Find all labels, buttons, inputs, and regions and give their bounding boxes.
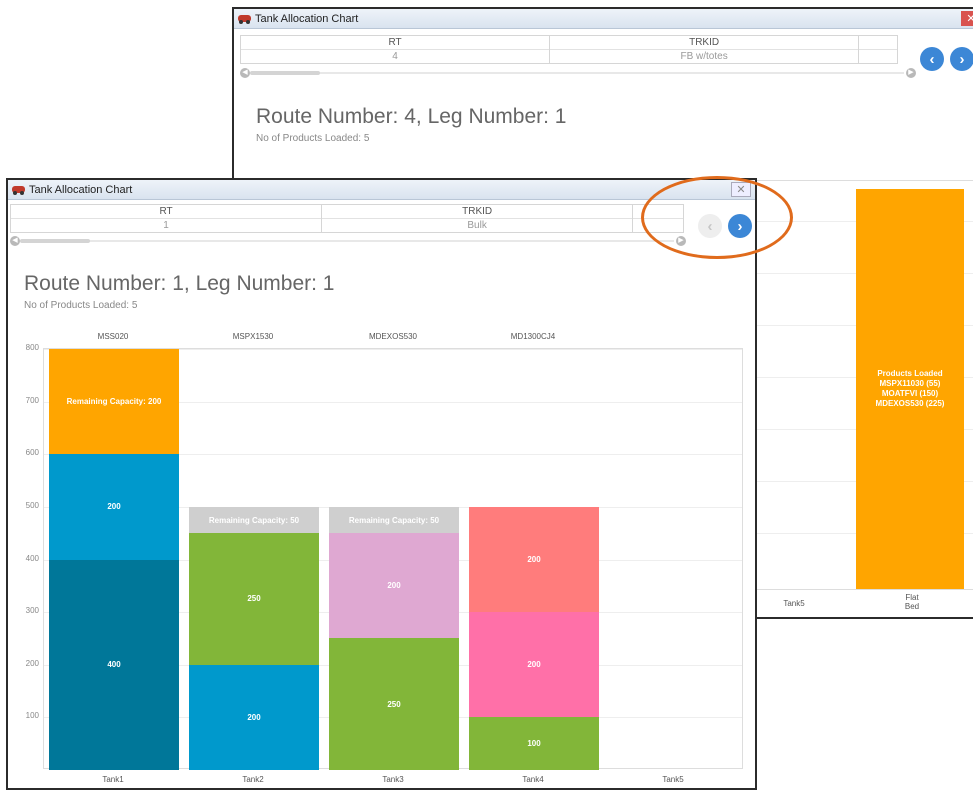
front-route-title: Route Number: 1, Leg Number: 1 <box>24 272 335 295</box>
grid-header-trkid: TRKID <box>550 36 859 50</box>
front-horizontal-scrollbar[interactable]: ◀ ▶ <box>10 236 686 246</box>
back-window-title: Tank Allocation Chart <box>255 12 359 25</box>
grid-cell-trkid: FB w/totes <box>680 51 728 62</box>
scroll-right-icon[interactable]: ▶ <box>906 68 916 78</box>
truck-icon <box>12 184 25 195</box>
bar-segment: 200 <box>329 533 459 639</box>
back-x-label-flatbed: Flat Bed <box>904 593 920 611</box>
grid-cell-rt: 1 <box>163 220 169 231</box>
bar-segment: 250 <box>329 638 459 770</box>
back-products-loaded: No of Products Loaded: 5 <box>256 133 370 144</box>
grid-cell-rt: 4 <box>392 51 398 62</box>
highlight-circle <box>641 176 793 259</box>
back-route-title: Route Number: 4, Leg Number: 1 <box>256 105 567 128</box>
y-tick-label: 600 <box>25 448 39 458</box>
y-tick-label: 100 <box>25 711 39 721</box>
bar-segment: 250 <box>189 533 319 665</box>
front-route-grid: RT 1 TRKID Bulk <box>10 204 684 233</box>
y-tick-label: 700 <box>25 395 39 405</box>
x-tick-label: Tank3 <box>382 775 404 784</box>
x-tick-label: Tank2 <box>242 775 264 784</box>
y-tick-label: 300 <box>25 606 39 616</box>
tank-allocation-chart: 400 200 Remaining Capacity: 200 200 250 Remai… <box>8 330 755 785</box>
grid-header-trkid: TRKID <box>322 205 633 219</box>
bar-segment: Remaining Capacity: 50 <box>329 506 459 534</box>
bar-segment: 100 <box>469 717 599 770</box>
back-previous-button[interactable]: ‹ <box>920 47 944 71</box>
grid-cell-trkid: Bulk <box>467 220 487 231</box>
x-tick-label: Tank5 <box>662 775 684 784</box>
bar-segment: 200 <box>189 664 319 770</box>
y-tick-label: 400 <box>25 553 39 563</box>
grid-header-rt: RT <box>11 205 322 219</box>
scroll-left-icon[interactable]: ◀ <box>240 68 250 78</box>
bar-top-label: MSS020 <box>97 332 129 341</box>
grid-col-extra <box>859 36 898 63</box>
grid-col-trkid: TRKID FB w/totes <box>550 36 860 63</box>
bar-top-label: MDEXOS530 <box>368 332 418 341</box>
scroll-thumb[interactable] <box>20 239 90 243</box>
scroll-left-icon[interactable]: ◀ <box>10 236 20 246</box>
bar-segment: 200 <box>469 612 599 718</box>
back-next-button[interactable]: › <box>950 47 973 71</box>
bar-segment: 200 <box>49 454 179 560</box>
x-tick-label: Tank4 <box>522 775 544 784</box>
grid-col-trkid: TRKID Bulk <box>322 205 634 232</box>
bar-top-label: MSPX1530 <box>232 332 274 341</box>
front-titlebar: Tank Allocation Chart ✕ <box>8 180 755 200</box>
front-products-loaded: No of Products Loaded: 5 <box>24 300 138 311</box>
y-tick-label: 800 <box>25 343 39 352</box>
y-tick-label: 500 <box>25 500 39 510</box>
bar-top-label: MD1300CJ4 <box>510 332 556 341</box>
back-chart: Products Loaded MSPX11030 (55) MOATFVI (… <box>754 180 973 590</box>
flatbed-bar: Products Loaded MSPX11030 (55) MOATFVI (… <box>856 189 964 589</box>
grid-col-rt: RT 1 <box>11 205 323 232</box>
bar-segment: Remaining Capacity: 50 <box>189 506 319 534</box>
back-horizontal-scrollbar[interactable]: ◀ ▶ <box>240 68 916 78</box>
grid-header-rt: RT <box>241 36 550 50</box>
chart-plot-area: 400 200 Remaining Capacity: 200 200 250 Remai… <box>43 348 743 770</box>
scroll-thumb[interactable] <box>250 71 320 75</box>
grid-col-rt: RT 4 <box>241 36 551 63</box>
back-titlebar: Tank Allocation Chart ✕ <box>234 9 973 29</box>
front-window: Tank Allocation Chart ✕ RT 1 TRKID Bulk … <box>6 178 757 790</box>
truck-icon <box>238 13 251 24</box>
bar-segment: 200 <box>469 506 599 613</box>
front-window-title: Tank Allocation Chart <box>29 183 133 196</box>
back-route-grid: RT 4 TRKID FB w/totes <box>240 35 898 64</box>
y-tick-label: 200 <box>25 658 39 668</box>
x-tick-label: Tank1 <box>102 775 124 784</box>
close-icon[interactable]: ✕ <box>961 11 973 26</box>
bar-segment: 400 <box>49 559 179 770</box>
bar-segment: Remaining Capacity: 200 <box>49 349 179 455</box>
flatbed-bar-label: Products Loaded MSPX11030 (55) MOATFVI (… <box>875 369 945 408</box>
back-x-label-tank5: Tank5 <box>783 599 805 608</box>
